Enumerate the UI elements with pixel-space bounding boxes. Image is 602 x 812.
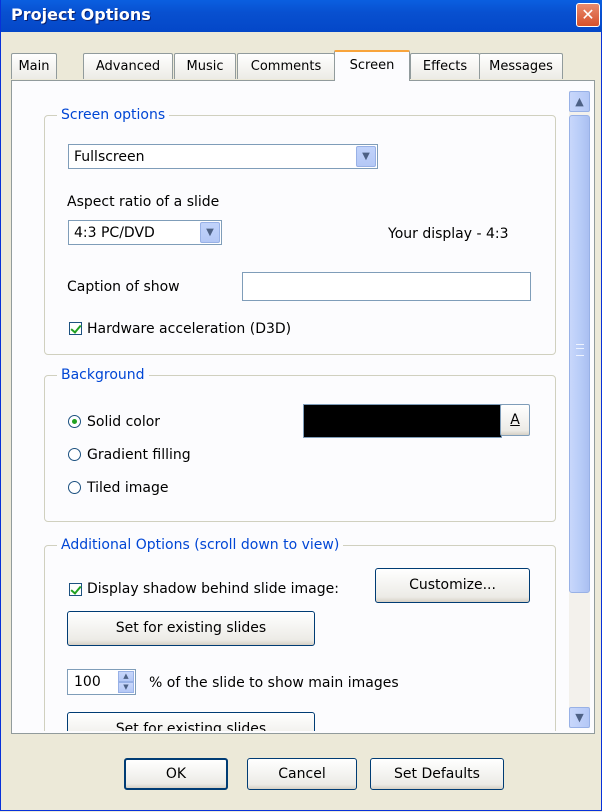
aspect-ratio-label: Aspect ratio of a slide: [67, 194, 220, 210]
screen-options-group: Screen options Fullscreen ▼ Aspect ratio…: [44, 107, 556, 355]
main-images-percent-spinner[interactable]: 100 ▲ ▼: [67, 669, 136, 695]
customize-button-label: Customize...: [409, 577, 496, 593]
project-options-window: Project Options ✕ Main Advanced Music Co…: [0, 0, 602, 811]
tab-effects[interactable]: Effects: [410, 53, 480, 79]
solid-color-radio[interactable]: [68, 415, 81, 428]
scroll-up-icon[interactable]: ▲: [569, 91, 590, 112]
hardware-acceleration-checkbox[interactable]: [69, 322, 82, 335]
set-existing-slides-label-2: Set for existing slides: [115, 721, 267, 731]
set-existing-slides-label-1: Set for existing slides: [115, 620, 267, 636]
percent-label: % of the slide to show main images: [149, 675, 399, 691]
screen-mode-select[interactable]: Fullscreen ▼: [68, 144, 378, 169]
vertical-scrollbar[interactable]: ▲ ▼: [569, 91, 590, 728]
spin-up-icon[interactable]: ▲: [118, 671, 134, 682]
tiled-image-label[interactable]: Tiled image: [87, 480, 168, 496]
customize-button[interactable]: Customize...: [375, 568, 530, 603]
font-color-button[interactable]: A: [500, 404, 530, 436]
tab-music[interactable]: Music: [174, 53, 236, 79]
hardware-acceleration-label[interactable]: Hardware acceleration (D3D): [87, 321, 291, 337]
background-label: Background: [57, 367, 149, 383]
additional-options-label: Additional Options (scroll down to view): [57, 537, 344, 553]
close-button[interactable]: ✕: [576, 3, 600, 27]
percent-value: 100: [74, 674, 101, 690]
additional-options-group: Additional Options (scroll down to view)…: [44, 537, 556, 731]
display-shadow-label[interactable]: Display shadow behind slide image:: [87, 581, 339, 597]
display-info: Your display - 4:3: [388, 226, 509, 242]
dialog-footer: OK Cancel Set Defaults: [1, 740, 601, 810]
background-group: Background Solid color Gradient filling …: [44, 367, 556, 522]
set-existing-slides-button-1[interactable]: Set for existing slides: [67, 611, 315, 646]
set-existing-slides-button-2[interactable]: Set for existing slides: [67, 712, 315, 731]
window-title: Project Options: [11, 5, 151, 24]
ok-button[interactable]: OK: [124, 758, 228, 790]
scroll-thumb[interactable]: [569, 115, 590, 593]
screen-options-label: Screen options: [57, 107, 170, 123]
caption-label: Caption of show: [67, 279, 180, 295]
background-color-swatch[interactable]: [303, 404, 502, 438]
tab-main[interactable]: Main: [11, 53, 57, 79]
tiled-image-radio[interactable]: [68, 481, 81, 494]
solid-color-label[interactable]: Solid color: [87, 414, 160, 430]
ok-button-label: OK: [165, 766, 187, 782]
aspect-ratio-value: 4:3 PC/DVD: [74, 225, 155, 241]
display-shadow-checkbox[interactable]: [69, 583, 82, 596]
close-icon: ✕: [581, 5, 595, 24]
tab-screen[interactable]: Screen: [334, 50, 410, 81]
scroll-down-icon[interactable]: ▼: [569, 707, 590, 728]
chevron-down-icon[interactable]: ▼: [356, 146, 376, 167]
set-defaults-button-label: Set Defaults: [394, 766, 480, 782]
title-bar[interactable]: Project Options ✕: [1, 0, 602, 32]
spin-down-icon[interactable]: ▼: [118, 682, 134, 693]
tab-page-screen: Screen options Fullscreen ▼ Aspect ratio…: [11, 80, 595, 734]
gradient-filling-radio[interactable]: [68, 448, 81, 461]
gradient-filling-label[interactable]: Gradient filling: [87, 447, 191, 463]
cancel-button[interactable]: Cancel: [247, 758, 357, 790]
caption-input[interactable]: [242, 272, 531, 301]
aspect-ratio-select[interactable]: 4:3 PC/DVD ▼: [68, 220, 222, 245]
chevron-down-icon[interactable]: ▼: [200, 222, 220, 243]
cancel-button-label: Cancel: [278, 766, 326, 782]
set-defaults-button[interactable]: Set Defaults: [370, 758, 504, 790]
scroll-content: Screen options Fullscreen ▼ Aspect ratio…: [12, 81, 567, 731]
tab-comments[interactable]: Comments: [237, 53, 335, 79]
thumb-grip: [576, 344, 584, 356]
tab-messages[interactable]: Messages: [479, 53, 563, 79]
screen-mode-value: Fullscreen: [74, 149, 145, 165]
tab-advanced[interactable]: Advanced: [83, 53, 173, 79]
font-color-icon: A: [510, 412, 520, 428]
